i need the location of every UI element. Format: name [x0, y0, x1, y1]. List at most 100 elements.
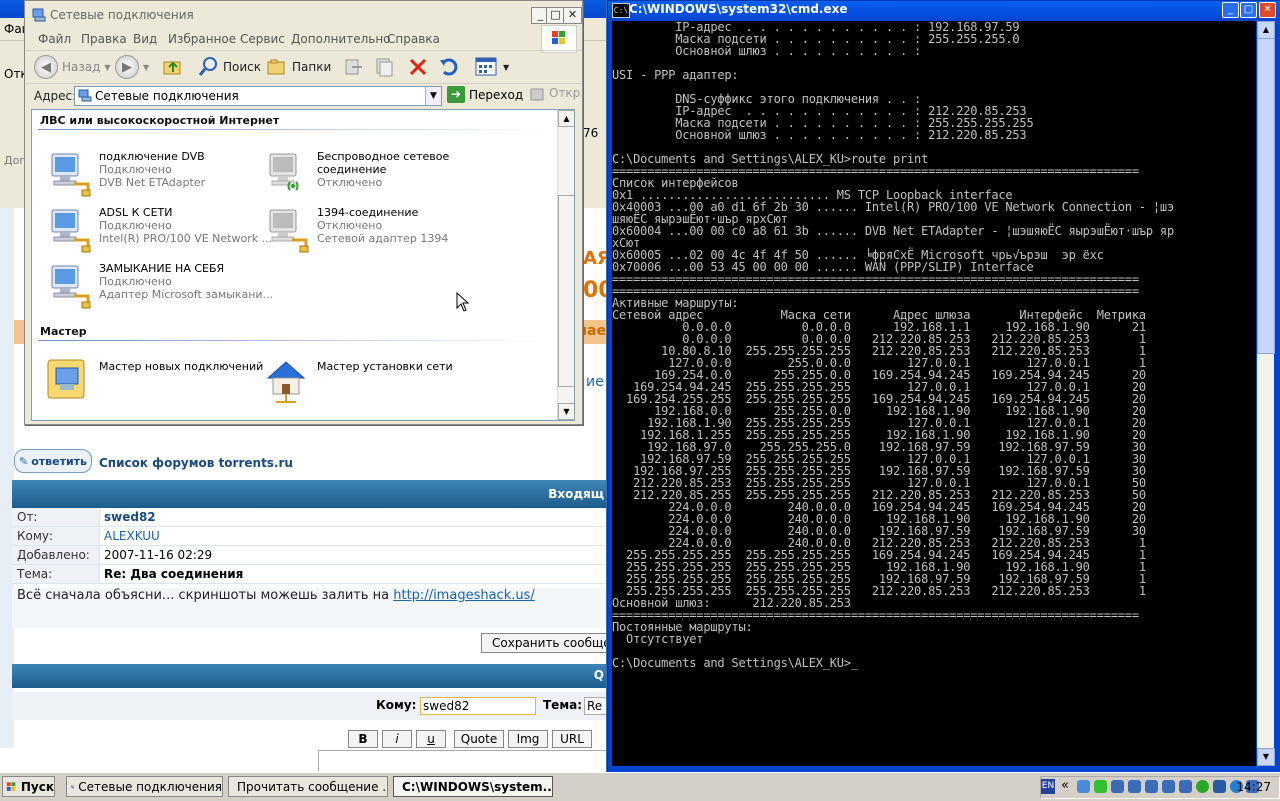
open-button[interactable]: Откр [529, 86, 580, 102]
wireless-connection-icon [269, 153, 299, 191]
address-value: Сетевые подключения [95, 89, 239, 103]
net-menubar: Файл Правка Вид Избранное Сервис Дополни… [25, 29, 582, 49]
scroll-up-arrow-icon[interactable]: ▲ [558, 110, 574, 127]
inbox-header: Входящ [12, 480, 606, 508]
imageshack-link[interactable]: http://imageshack.us/ [393, 588, 535, 603]
search-label: Поиск [223, 60, 262, 74]
cmd-scroll-thumb[interactable] [1257, 38, 1275, 354]
network-tray-icon[interactable] [1179, 780, 1192, 793]
menu-help[interactable]: Справка [387, 32, 440, 46]
task-network-connections[interactable]: Сетевые подключения [66, 776, 223, 797]
address-label: Адрес: [34, 89, 77, 103]
update-tray-icon[interactable] [1196, 780, 1209, 793]
compose-subject-input[interactable]: Re [584, 697, 606, 715]
back-button[interactable]: ◀ Назад ▼ [34, 54, 111, 80]
net-titlebar[interactable]: Сетевые подключения _ □ ✕ [25, 1, 582, 29]
bold-button[interactable]: B [348, 730, 378, 748]
to-link[interactable]: ALEXKUU [100, 527, 160, 545]
search-button[interactable]: Поиск [197, 54, 261, 80]
cmd-scroll-up-icon[interactable]: ▲ [1257, 21, 1275, 39]
message-to-row: Кому: ALEXKUU [12, 527, 606, 546]
network-tray-icon[interactable] [1077, 780, 1090, 793]
cmd-minimize-button[interactable]: _ [1222, 2, 1239, 18]
menu-edit[interactable]: Правка [81, 32, 127, 46]
connection-loopback[interactable]: ЗАМЫКАНИЕ НА СЕБЯ Подключено Адаптер Mic… [44, 262, 273, 314]
compose-header-label: Q [593, 668, 604, 682]
italic-button[interactable]: i [382, 730, 412, 748]
network-tray-icon[interactable] [1128, 780, 1141, 793]
task-cmd[interactable]: C:\ C:\WINDOWS\system... [393, 776, 553, 797]
views-icon [475, 57, 497, 76]
network-tray-icon[interactable] [1213, 780, 1226, 793]
connection-dvb[interactable]: подключение DVB Подключено DVB Net ETAda… [44, 150, 259, 202]
status-tray-icon[interactable] [1094, 780, 1107, 793]
browser-address-fragment: 76 [583, 126, 599, 140]
cmd-titlebar[interactable]: C:\ C:\WINDOWS\system32\cmd.exe _ □ ✕ [608, 1, 1280, 19]
network-tray-icon[interactable] [1162, 780, 1175, 793]
img-button[interactable]: Img [508, 730, 548, 748]
menu-advanced[interactable]: Дополнительно [291, 32, 391, 46]
folders-button[interactable]: Папки [266, 54, 331, 80]
move-to-button[interactable] [343, 54, 365, 80]
menu-file[interactable]: Файл [38, 32, 71, 46]
cmd-scroll-down-icon[interactable]: ▼ [1257, 748, 1275, 766]
message-subject-row: Тема: Re: Два соединения [12, 565, 606, 584]
copy-to-button[interactable] [373, 54, 395, 80]
reply-button[interactable]: ✎ ответить [14, 449, 92, 473]
network-connection-icon [51, 265, 91, 309]
delete-icon [409, 58, 427, 76]
start-button[interactable]: Пуск [2, 776, 55, 797]
network-setup-wizard[interactable]: Мастер установки сети [262, 356, 477, 408]
browser-status-fragment: Дог [4, 154, 26, 167]
menu-tools[interactable]: Сервис [240, 32, 285, 46]
from-link[interactable]: swed82 [100, 508, 156, 526]
scroll-thumb[interactable] [558, 195, 574, 387]
lan-section-title: ЛВС или высокоскоростной Интернет [40, 114, 280, 127]
network-tray-icon[interactable] [1145, 780, 1158, 793]
url-button[interactable]: URL [552, 730, 592, 748]
delete-button[interactable] [407, 54, 429, 80]
net-address-bar: Адрес: Сетевые подключения ▼ ➜ Переход О… [25, 83, 582, 108]
search-icon [198, 57, 217, 76]
underline-button[interactable]: u [416, 730, 446, 748]
views-button[interactable]: ▼ [475, 54, 509, 80]
compose-textarea[interactable] [318, 750, 606, 771]
connection-device: DVB Net ETAdapter [99, 176, 206, 189]
connection-wireless[interactable]: Беспроводное сетевое соединение Отключен… [262, 150, 477, 202]
compose-to-input[interactable] [420, 697, 536, 715]
menu-favorites[interactable]: Избранное [168, 32, 236, 46]
network-folder-icon [71, 784, 75, 788]
address-input[interactable]: Сетевые подключения ▼ [74, 86, 442, 106]
link-fragment[interactable]: ие [586, 374, 604, 390]
undo-button[interactable] [438, 54, 460, 80]
forum-list-link[interactable]: Список форумов torrents.ru [99, 456, 293, 470]
go-button[interactable]: ➜ Переход [447, 86, 523, 103]
connections-scrollbar[interactable]: ▲ ▼ [557, 110, 574, 420]
cmd-console[interactable]: IP-адрес . . . . . . . . . . . . : 192.1… [612, 21, 1256, 766]
connection-adsl[interactable]: ADSL К СЕТИ Подключено Intel(R) PRO/100 … [44, 206, 272, 258]
menu-view[interactable]: Вид [133, 32, 157, 46]
cmd-scrollbar[interactable]: ▲ ▼ [1257, 21, 1275, 766]
network-tray-icon[interactable] [1111, 780, 1124, 793]
connection-name: 1394-соединение [317, 206, 419, 219]
up-button[interactable] [162, 54, 184, 80]
message-from-row: От: swed82 [12, 508, 606, 527]
forward-button[interactable]: ▶ ▼ [115, 54, 149, 80]
new-connection-wizard[interactable]: Мастер новых подключений [44, 356, 263, 408]
added-value: 2007-11-16 02:29 [104, 548, 213, 562]
connection-1394[interactable]: 1394-соединение Отключено Сетевой адапте… [262, 206, 477, 258]
cmd-close-button[interactable]: ✕ [1259, 2, 1276, 18]
scroll-down-arrow-icon[interactable]: ▼ [558, 403, 574, 420]
quote-button[interactable]: Quote [454, 730, 504, 748]
move-to-icon [345, 59, 362, 75]
close-button[interactable]: ✕ [563, 7, 582, 24]
connection-name: ADSL К СЕТИ [99, 206, 173, 219]
task-read-message[interactable]: Прочитать сообщение ... [228, 776, 388, 797]
address-dropdown-icon[interactable]: ▼ [425, 87, 441, 105]
save-message-button[interactable]: Сохранить сообщен [481, 633, 606, 653]
language-indicator[interactable]: EN [1041, 779, 1055, 794]
task-label: Сетевые подключения [78, 779, 222, 794]
compose-to-label: Кому: [376, 698, 417, 712]
cmd-maximize-button[interactable]: □ [1240, 2, 1257, 18]
show-hidden-icons-icon[interactable]: « [1061, 778, 1069, 793]
